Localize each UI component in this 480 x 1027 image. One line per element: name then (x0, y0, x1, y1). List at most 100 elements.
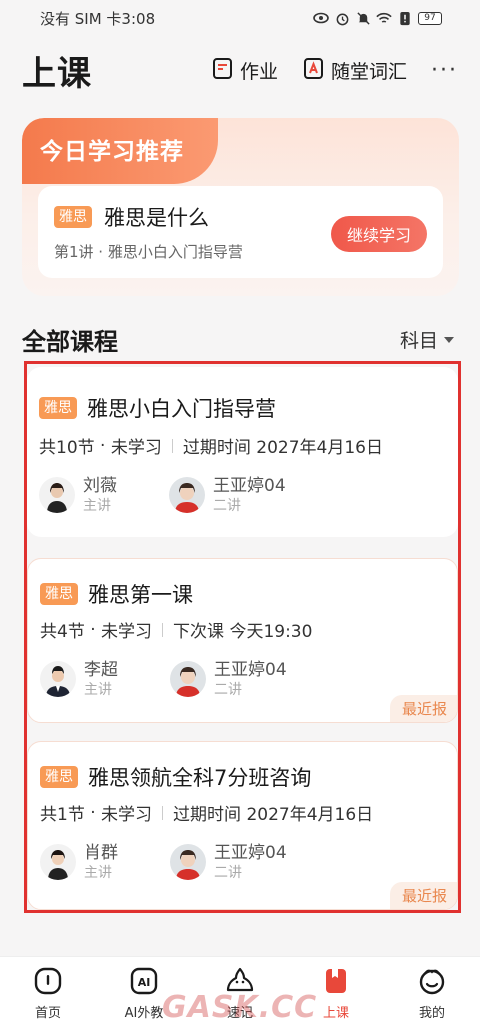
recommend-card: 今日学习推荐 雅思 雅思是什么 第1讲 · 雅思小白入门指导营 继续学习 (22, 118, 459, 296)
lesson-count: 共4节 (40, 622, 85, 642)
meta-divider (162, 622, 164, 637)
alarm-icon (334, 10, 350, 26)
carrier-time: 没有 SIM 卡3:08 (40, 9, 156, 28)
vocabulary-icon (302, 56, 326, 85)
nav-ai-tutor[interactable]: AI AI外教 (96, 957, 192, 1027)
bottom-nav: 首页 AI AI外教 速记 上课 我的 (0, 956, 480, 1027)
course-info: 过期时间 2027年4月16日 (182, 438, 383, 458)
status-icons: 97 (313, 10, 442, 26)
learn-status: 未学习 (101, 622, 153, 642)
teacher-name: 李超 (84, 660, 118, 680)
recommend-course-subtitle: 第1讲 · 雅思小白入门指导营 (54, 243, 243, 261)
subject-filter[interactable]: 科目 (400, 326, 454, 353)
homework-button[interactable]: 作业 (211, 56, 278, 85)
course-info: 过期时间 2027年4月16日 (173, 805, 374, 825)
nav-label: 首页 (34, 1006, 61, 1021)
battery-icon: 97 (418, 11, 442, 25)
meta-dot: · (84, 619, 102, 640)
teacher: 刘薇 主讲 (39, 475, 169, 515)
page-title: 上课 (22, 53, 92, 94)
alert-icon (397, 10, 413, 26)
course-tag: 雅思 (40, 766, 78, 788)
nav-label: 速记 (226, 1006, 253, 1021)
lesson-count: 共10节 (39, 438, 95, 458)
notes-icon (224, 965, 256, 997)
profile-icon (416, 965, 448, 997)
course-title: 雅思小白入门指导营 (87, 397, 276, 421)
teacher-role: 主讲 (84, 865, 112, 881)
course-tag: 雅思 (40, 583, 78, 605)
course-meta: 共4节 · 未学习 下次课 今天19:30 (40, 617, 313, 643)
course-title: 雅思领航全科7分班咨询 (88, 766, 312, 790)
teacher-name: 王亚婷04 (214, 660, 287, 680)
course-tag: 雅思 (39, 397, 77, 419)
course-card[interactable]: 雅思 雅思小白入门指导营 共10节 · 未学习 过期时间 2027年4月16日 … (27, 367, 458, 537)
homework-icon (211, 56, 235, 85)
status-bar: 没有 SIM 卡3:08 97 (0, 0, 480, 36)
homework-label: 作业 (239, 60, 278, 83)
recent-badge: 最近报 (389, 695, 457, 722)
course-title: 雅思第一课 (88, 583, 193, 607)
avatar (170, 844, 206, 880)
nav-label: AI外教 (124, 1006, 164, 1021)
teacher: 王亚婷04 二讲 (170, 842, 300, 882)
course-card[interactable]: 雅思 雅思第一课 共4节 · 未学习 下次课 今天19:30 李超 主讲 王亚婷… (27, 558, 458, 723)
continue-learning-button[interactable]: 继续学习 (331, 216, 427, 252)
recommend-course-card[interactable]: 雅思 雅思是什么 第1讲 · 雅思小白入门指导营 继续学习 (38, 186, 443, 278)
learn-status: 未学习 (110, 438, 162, 458)
section-title: 全部课程 (22, 328, 118, 356)
teacher-role: 二讲 (214, 682, 242, 698)
recommend-course-title: 雅思是什么 (104, 206, 209, 230)
meta-dot: · (94, 435, 111, 456)
teacher-list: 刘薇 主讲 王亚婷04 二讲 (39, 475, 299, 515)
wifi-icon (376, 10, 392, 26)
nav-label: 我的 (418, 1006, 445, 1021)
teacher-role: 二讲 (214, 865, 242, 881)
teacher: 王亚婷04 二讲 (169, 475, 299, 515)
recommend-title: 今日学习推荐 (40, 139, 184, 165)
lesson-count: 共1节 (40, 805, 85, 825)
more-icon[interactable]: ··· (431, 58, 458, 83)
teacher-name: 王亚婷04 (213, 476, 286, 496)
home-icon (32, 965, 64, 997)
avatar (40, 844, 76, 880)
ai-tutor-icon: AI (128, 965, 160, 997)
vocabulary-button[interactable]: 随堂词汇 (302, 56, 407, 85)
recent-badge: 最近报 (389, 882, 457, 909)
teacher-role: 主讲 (84, 682, 112, 698)
course-meta: 共1节 · 未学习 过期时间 2027年4月16日 (40, 800, 374, 826)
class-icon (320, 965, 352, 997)
teacher-role: 二讲 (213, 498, 241, 514)
avatar (40, 661, 76, 697)
avatar (169, 477, 205, 513)
mute-icon (355, 10, 371, 26)
nav-profile[interactable]: 我的 (384, 957, 480, 1027)
course-list: 雅思 雅思小白入门指导营 共10节 · 未学习 过期时间 2027年4月16日 … (24, 361, 461, 913)
avatar (170, 661, 206, 697)
eye-icon (313, 10, 329, 26)
nav-label: 上课 (322, 1006, 349, 1021)
teacher: 李超 主讲 (40, 659, 170, 699)
meta-divider (171, 438, 173, 453)
avatar (39, 477, 75, 513)
header: 上课 作业 随堂词汇 ··· (22, 44, 458, 96)
meta-divider (162, 805, 164, 820)
teacher: 肖群 主讲 (40, 842, 170, 882)
course-card[interactable]: 雅思 雅思领航全科7分班咨询 共1节 · 未学习 过期时间 2027年4月16日… (27, 741, 458, 910)
teacher-list: 肖群 主讲 王亚婷04 二讲 (40, 842, 300, 882)
teacher-name: 王亚婷04 (214, 843, 287, 863)
learn-status: 未学习 (101, 805, 153, 825)
course-info: 下次课 今天19:30 (173, 622, 313, 642)
course-meta: 共10节 · 未学习 过期时间 2027年4月16日 (39, 433, 383, 459)
teacher-name: 刘薇 (83, 476, 117, 496)
teacher: 王亚婷04 二讲 (170, 659, 300, 699)
teacher-role: 主讲 (83, 498, 111, 514)
nav-home[interactable]: 首页 (0, 957, 96, 1027)
teacher-name: 肖群 (84, 843, 118, 863)
course-tag: 雅思 (54, 206, 92, 228)
nav-notes[interactable]: 速记 (192, 957, 288, 1027)
nav-class[interactable]: 上课 (288, 957, 384, 1027)
meta-dot: · (84, 802, 102, 823)
caret-down-icon (444, 336, 454, 343)
teacher-list: 李超 主讲 王亚婷04 二讲 (40, 659, 300, 699)
